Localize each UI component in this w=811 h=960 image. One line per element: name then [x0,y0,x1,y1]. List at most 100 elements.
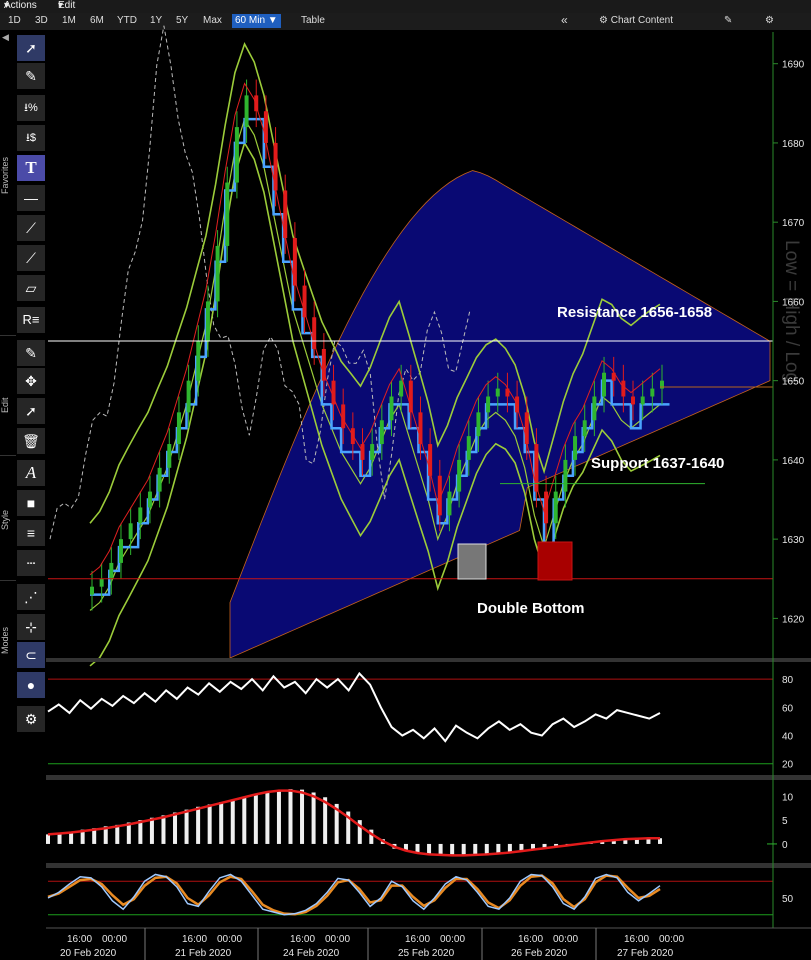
panel-separator [46,658,811,662]
pen-icon[interactable]: ✎ [17,63,45,90]
candle-body [128,523,133,540]
price-tick-label: 1690 [782,60,805,71]
ray-line-icon[interactable]: ⟋ [17,245,45,272]
candle-body [466,436,471,460]
text-tool-icon[interactable]: T [17,155,45,182]
line-style-icon[interactable]: ┄ [17,550,45,577]
candle-body [225,182,230,246]
date-tick-label: 25 Feb 2020 [398,948,455,959]
candle-body [573,436,578,460]
candle-body [370,444,375,460]
watermark-label: Low = High / Log [781,240,802,383]
candle-body [147,491,152,508]
stochastic-k-line [47,873,661,916]
rsi-line [47,671,661,743]
macd-histogram-bar [230,799,235,844]
color-palette-icon[interactable]: ● [17,672,45,699]
price-tick-label: 1660 [782,297,805,308]
candle-body [640,396,645,405]
macd-histogram-bar [46,834,50,844]
time-tick-label: 16:00 [405,934,430,945]
drawing-toolbar: ◀ Favorites Edit Style Modes ➚ ✎ ⭳% ⭳$ T… [0,30,46,930]
time-tick-label: 00:00 [325,934,350,945]
macd-panel [46,789,662,857]
rsi-tick-label: 20 [782,760,794,771]
time-tick-label: 16:00 [290,934,315,945]
magnet-icon[interactable]: ⊂ [17,642,45,669]
panel-separator [46,775,811,780]
favorites-section-label: Favorites [0,156,10,194]
price-tick-label: 1630 [782,535,805,546]
dotted-line-mode-icon[interactable]: ⋰ [17,584,45,611]
macd-tick-label: 5 [782,816,788,827]
fill-color-icon[interactable]: ■ [17,490,45,517]
font-style-icon[interactable]: A [17,460,45,487]
macd-signal-line [47,789,660,857]
channel-icon[interactable]: ▱ [17,275,45,302]
macd-histogram-bar [173,812,178,844]
percent-measure-icon[interactable]: ⭳% [17,95,45,122]
style-section-label: Style [0,510,10,531]
candle-body [544,491,549,524]
candle-body [138,507,143,524]
macd-histogram-bar [473,843,478,855]
macd-histogram-bar [450,843,455,855]
trash-icon[interactable]: 🗑 [17,428,45,455]
gear-icon[interactable]: ⚙ [17,706,45,733]
macd-histogram-bar [161,815,166,844]
macd-histogram-bar [427,843,432,854]
line-weight-icon[interactable]: ≡ [17,520,45,547]
candle-body [292,238,297,286]
retracement-icon[interactable]: R≡ [17,307,45,334]
horizontal-line-icon[interactable]: — [17,185,45,212]
macd-histogram-bar [484,843,489,854]
cursor-arrow-icon[interactable]: ➚ [17,35,45,62]
annotation-label: Resistance 1656-1658 [557,304,712,321]
candle-body [341,404,346,429]
annotation-label: Support 1637-1640 [591,455,724,472]
rsi-panel [47,671,773,765]
macd-tick-label: 10 [782,792,794,803]
macd-histogram-bar [242,797,247,844]
candle-body [476,412,481,437]
stochastic-tick-label: 50 [782,894,794,905]
macd-histogram-bar [138,820,143,844]
macd-histogram-bar [288,789,293,844]
edit-section-label: Edit [0,397,10,413]
dollar-measure-icon[interactable]: ⭳$ [17,125,45,152]
ichimoku-cloud [229,170,771,659]
time-tick-label: 16:00 [67,934,92,945]
candle-body [389,396,394,421]
collapse-triangle-icon[interactable]: ◀ [2,32,9,43]
candle-body [602,372,607,397]
candle-body [621,380,626,397]
macd-histogram-bar [461,843,466,856]
select-plus-icon[interactable]: ➚ [17,398,45,425]
candle-body [631,396,636,405]
candle-body [263,111,268,143]
date-tick-label: 26 Feb 2020 [511,948,568,959]
trend-line-icon[interactable]: ⟋ [17,215,45,242]
candle-body [650,388,655,397]
candle-body [447,491,452,516]
edit-pencil-tool-icon[interactable]: ✎ [17,340,45,367]
candle-body [109,562,114,579]
chart-canvas: Resistance 1656-1658 Support 1637-1640 Dou… [46,25,811,960]
candle-body [553,491,558,524]
candle-body [215,245,220,302]
candle-body [205,301,210,342]
macd-histogram-bar [530,843,535,849]
move-icon[interactable]: ✥ [17,368,45,395]
candle-body [196,341,201,381]
time-tick-label: 00:00 [659,934,684,945]
candle-body [524,412,529,445]
crosshair-mode-icon[interactable]: ⊹ [17,614,45,641]
macd-histogram-bar [542,843,547,848]
macd-histogram-bar [276,790,281,844]
macd-histogram-bar [219,802,224,844]
macd-histogram-bar [438,843,443,855]
modes-section-label: Modes [0,626,10,654]
rsi-tick-label: 40 [782,732,794,743]
date-tick-label: 21 Feb 2020 [175,948,232,959]
time-tick-label: 16:00 [624,934,649,945]
